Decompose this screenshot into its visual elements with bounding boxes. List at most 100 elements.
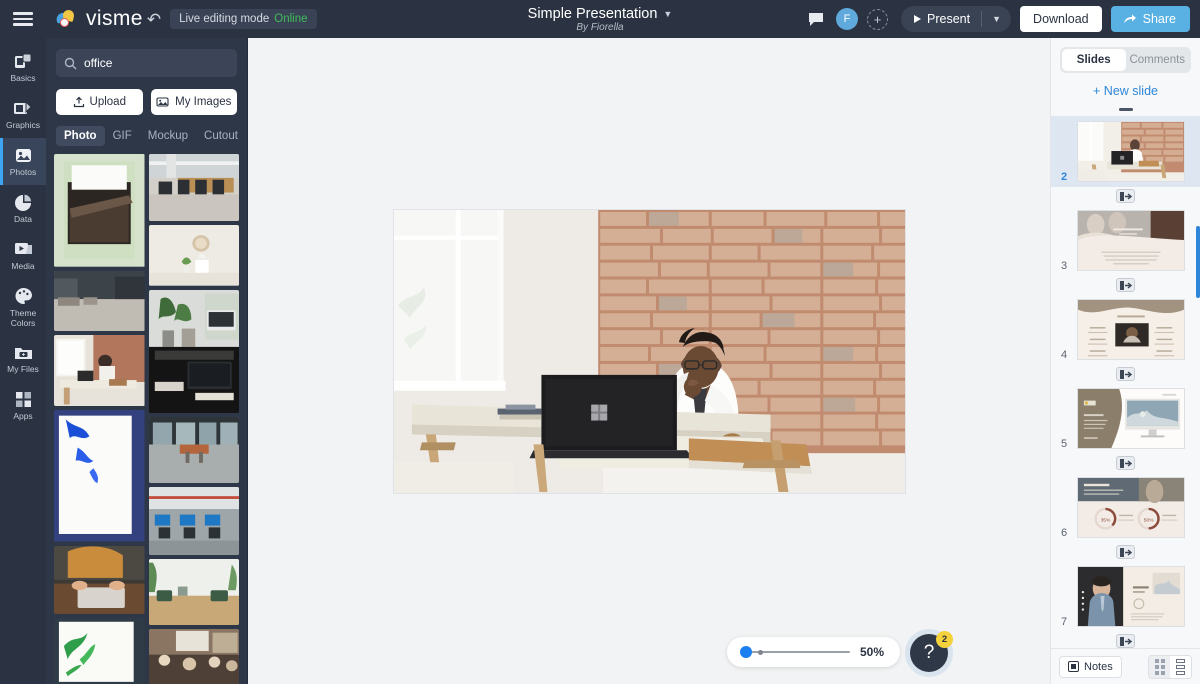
- add-user-button[interactable]: +: [867, 9, 888, 30]
- sidebar-item-label: Graphics: [6, 121, 40, 131]
- slide-thumbnail[interactable]: [1077, 388, 1185, 449]
- sidebar-item-label: Media: [11, 262, 34, 272]
- slider-handle[interactable]: [740, 646, 752, 658]
- zoom-slider[interactable]: [740, 646, 850, 658]
- document-title-row[interactable]: Simple Presentation ▼: [528, 6, 673, 22]
- tab-gif[interactable]: GIF: [105, 126, 140, 146]
- sidebar-item-theme-colors[interactable]: Theme Colors: [0, 279, 46, 335]
- share-button[interactable]: Share: [1111, 6, 1190, 32]
- download-button[interactable]: Download: [1020, 6, 1102, 32]
- chevron-down-icon[interactable]: ▼: [663, 9, 672, 19]
- slide-thumbnail-item[interactable]: 3: [1051, 205, 1200, 276]
- sidebar-item-graphics[interactable]: Graphics: [0, 91, 46, 138]
- question-mark-icon: ?: [924, 642, 935, 664]
- photo-thumbnail[interactable]: [54, 271, 145, 331]
- slide-transition[interactable]: [1051, 456, 1200, 470]
- slide-transition-icon[interactable]: [1116, 456, 1135, 470]
- present-dropdown-icon[interactable]: ▼: [982, 6, 1011, 32]
- sidebar-item-my-files[interactable]: My Files: [0, 335, 46, 382]
- upload-button[interactable]: Upload: [56, 89, 143, 115]
- photo-thumbnail[interactable]: [54, 335, 145, 406]
- slide-image: [394, 210, 905, 493]
- play-icon: [914, 15, 921, 23]
- search-box[interactable]: ✕: [56, 49, 237, 77]
- slide-thumbnail[interactable]: [1077, 210, 1185, 271]
- slide-thumbnail[interactable]: [1077, 121, 1185, 182]
- sidebar-item-label: My Files: [7, 365, 39, 375]
- slide-transition-icon[interactable]: [1116, 278, 1135, 292]
- slide-thumbnail-list[interactable]: 2: [1051, 108, 1200, 648]
- slide-transition[interactable]: [1051, 545, 1200, 559]
- palette-icon: [14, 286, 33, 307]
- sidebar-item-apps[interactable]: Apps: [0, 382, 46, 429]
- slide-transition[interactable]: [1051, 634, 1200, 648]
- photo-results-grid[interactable]: [46, 146, 247, 684]
- photo-thumbnail[interactable]: [149, 629, 240, 684]
- live-editing-badge: Live editing mode Online: [170, 9, 316, 29]
- my-images-button[interactable]: My Images: [151, 89, 238, 115]
- list-view-icon[interactable]: [1170, 656, 1191, 678]
- sidebar-item-data[interactable]: Data: [0, 185, 46, 232]
- brand-logo[interactable]: visme: [56, 7, 143, 31]
- photo-thumbnail[interactable]: [54, 154, 145, 267]
- tab-comments[interactable]: Comments: [1126, 49, 1190, 71]
- photo-thumbnail[interactable]: [149, 154, 240, 221]
- drag-handle[interactable]: [1119, 108, 1133, 111]
- view-toggle: [1148, 655, 1192, 679]
- search-input[interactable]: [84, 56, 239, 70]
- tab-cutout[interactable]: Cutout: [196, 126, 246, 146]
- tab-photo[interactable]: Photo: [56, 126, 105, 146]
- undo-icon[interactable]: ↶: [147, 11, 161, 28]
- sidebar-item-photos[interactable]: Photos: [0, 138, 46, 185]
- editor-body: Basics Graphics Photos Data: [0, 38, 1200, 684]
- present-button[interactable]: Present: [901, 6, 981, 32]
- notes-button[interactable]: Notes: [1059, 656, 1122, 678]
- hamburger-icon[interactable]: [0, 0, 46, 38]
- slide-thumbnail[interactable]: [1077, 299, 1185, 360]
- slide-transition[interactable]: [1051, 367, 1200, 381]
- photo-thumbnail[interactable]: [54, 410, 145, 541]
- slide-thumbnail-item[interactable]: 5: [1051, 383, 1200, 454]
- slide-transition[interactable]: [1051, 278, 1200, 292]
- slide-thumbnail[interactable]: [1077, 566, 1185, 627]
- basics-icon: [14, 51, 33, 72]
- avatar[interactable]: F: [836, 8, 858, 30]
- comment-icon[interactable]: [805, 8, 827, 30]
- photo-thumbnail[interactable]: [54, 618, 145, 684]
- slide-thumbnail[interactable]: 35% 50%: [1077, 477, 1185, 538]
- tab-slides[interactable]: Slides: [1062, 49, 1126, 71]
- slide-transition-icon[interactable]: [1116, 634, 1135, 648]
- slide-thumbnail-item[interactable]: 2: [1051, 116, 1200, 187]
- photo-thumbnail[interactable]: [149, 417, 240, 483]
- sidebar-item-label: Data: [14, 215, 32, 225]
- slide-thumbnail-item[interactable]: 6 35%: [1051, 472, 1200, 543]
- tab-mockup[interactable]: Mockup: [140, 126, 196, 146]
- slide-canvas[interactable]: [393, 209, 906, 494]
- grid-view-icon[interactable]: [1149, 656, 1170, 678]
- slide-transition-icon[interactable]: [1116, 545, 1135, 559]
- new-slide-button[interactable]: + New slide: [1051, 73, 1200, 108]
- slide-thumbnail-item[interactable]: 4: [1051, 294, 1200, 365]
- slides-panel-tabs: Slides Comments: [1060, 47, 1191, 73]
- slide-transition-icon[interactable]: [1116, 189, 1135, 203]
- slide-transition[interactable]: [1051, 189, 1200, 203]
- slides-panel: Slides Comments + New slide 2: [1050, 38, 1200, 684]
- visme-logo-icon: [56, 10, 78, 28]
- slide-thumbnail-item[interactable]: 7: [1051, 561, 1200, 632]
- photo-thumbnail[interactable]: [149, 487, 240, 555]
- help-button[interactable]: ? 2: [910, 634, 948, 672]
- svg-text:35%: 35%: [1101, 518, 1111, 524]
- my-images-label: My Images: [175, 96, 231, 108]
- photo-thumbnail[interactable]: [54, 546, 145, 615]
- sidebar-item-basics[interactable]: Basics: [0, 44, 46, 91]
- panel-buttons: Upload My Images: [46, 77, 247, 115]
- photo-thumbnail[interactable]: [149, 559, 240, 625]
- media-icon: [14, 239, 33, 260]
- slide-transition-icon[interactable]: [1116, 367, 1135, 381]
- zoom-control[interactable]: 50%: [727, 637, 900, 667]
- live-editing-label: Live editing mode: [179, 13, 269, 25]
- photo-thumbnail[interactable]: [149, 290, 240, 413]
- canvas-area[interactable]: 50% ? 2: [248, 38, 1050, 684]
- photo-thumbnail[interactable]: [149, 225, 240, 286]
- sidebar-item-media[interactable]: Media: [0, 232, 46, 279]
